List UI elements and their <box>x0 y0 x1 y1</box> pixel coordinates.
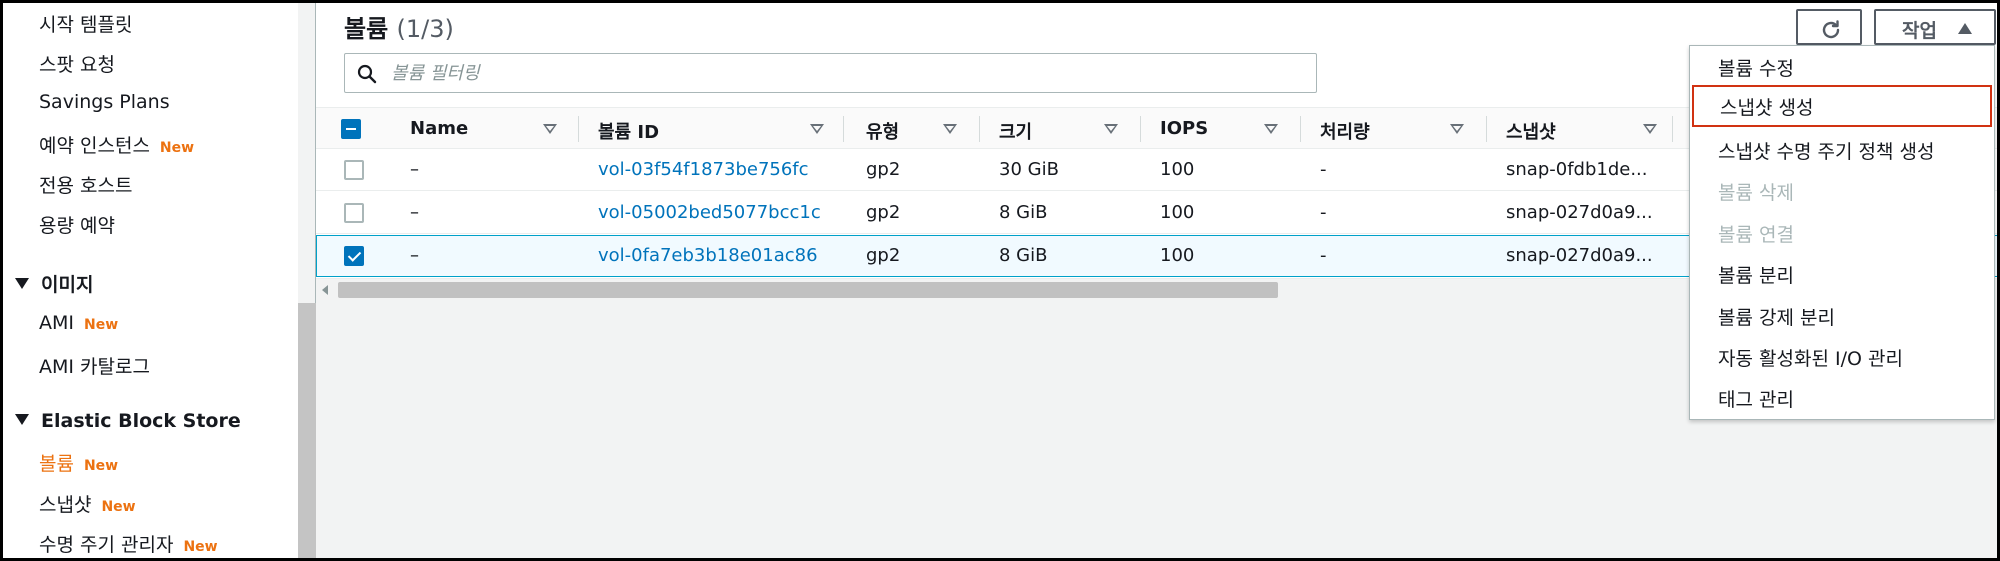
sidebar-item-reserved-instances[interactable]: 예약 인스턴스 New <box>39 131 194 158</box>
refresh-button[interactable] <box>1796 9 1862 45</box>
sort-icon[interactable] <box>943 124 957 134</box>
menu-item-create-snapshot-lifecycle-policy[interactable]: 스냅샷 수명 주기 정책 생성 <box>1690 129 1994 171</box>
row-checkbox[interactable] <box>344 160 364 180</box>
sort-icon[interactable] <box>1264 124 1278 134</box>
row-checkbox[interactable] <box>344 203 364 223</box>
new-badge: New <box>84 317 119 333</box>
sort-icon[interactable] <box>1104 124 1118 134</box>
selection-count: (1/3) <box>396 15 454 43</box>
filter-search[interactable] <box>344 53 1317 93</box>
column-divider[interactable] <box>1300 116 1301 142</box>
column-header-name[interactable]: Name <box>410 118 468 139</box>
sidebar-item-capacity-reservations[interactable]: 용량 예약 <box>39 211 115 238</box>
menu-item-delete-volume: 볼륨 삭제 <box>1718 182 1794 204</box>
sort-icon[interactable] <box>810 124 824 134</box>
actions-dropdown-menu: 볼륨 수정 스냅샷 생성 스냅샷 수명 주기 정책 생성 볼륨 삭제 볼륨 연결… <box>1689 45 1995 420</box>
volume-id-link[interactable]: vol-05002bed5077bcc1c <box>598 202 821 223</box>
page-title: 볼륨 (1/3) <box>344 15 454 43</box>
column-divider[interactable] <box>1486 116 1487 142</box>
sort-icon[interactable] <box>543 124 557 134</box>
menu-item-attach-volume: 볼륨 연결 <box>1718 224 1794 246</box>
menu-item-modify-volume[interactable]: 볼륨 수정 <box>1690 46 1994 88</box>
volume-id-link[interactable]: vol-03f54f1873be756fc <box>598 159 809 180</box>
new-badge: New <box>101 499 136 515</box>
filter-input[interactable] <box>391 58 1291 88</box>
caret-up-icon <box>1958 23 1972 34</box>
column-header-iops[interactable]: IOPS <box>1160 118 1208 139</box>
sidebar-item-lifecycle-manager[interactable]: 수명 주기 관리자 New <box>39 530 218 557</box>
column-divider[interactable] <box>578 116 579 142</box>
column-header-volume-id[interactable]: 볼륨 ID <box>598 118 659 144</box>
volume-id-link[interactable]: vol-0fa7eb3b18e01ac86 <box>598 245 818 266</box>
caret-down-icon <box>15 278 29 289</box>
sidebar-item-spot-requests[interactable]: 스팟 요청 <box>39 50 115 77</box>
menu-item-force-detach-volume[interactable]: 볼륨 강제 분리 <box>1690 295 1994 337</box>
menu-item-manage-auto-enabled-io[interactable]: 자동 활성화된 I/O 관리 <box>1690 336 1994 378</box>
sidebar-item-ami[interactable]: AMI New <box>39 312 118 334</box>
refresh-icon <box>1822 20 1840 39</box>
sidebar-section-ebs[interactable]: Elastic Block Store <box>15 410 241 432</box>
row-checkbox[interactable] <box>344 246 364 266</box>
new-badge: New <box>159 140 195 156</box>
sort-icon[interactable] <box>1643 124 1657 134</box>
menu-item-manage-tags[interactable]: 태그 관리 <box>1690 377 1994 419</box>
sidebar-item-dedicated-hosts[interactable]: 전용 호스트 <box>39 171 132 198</box>
sidebar-item-snapshots[interactable]: 스냅샷 New <box>39 490 136 517</box>
scroll-left-icon[interactable] <box>322 285 328 295</box>
column-header-type[interactable]: 유형 <box>866 118 899 144</box>
menu-item-detach-volume[interactable]: 볼륨 분리 <box>1690 253 1994 295</box>
sidebar-item-volumes[interactable]: 볼륨 New <box>39 449 118 476</box>
sidebar-section-images[interactable]: 이미지 <box>15 270 93 297</box>
sidebar: 시작 템플릿 스팟 요청 Savings Plans 예약 인스턴스 New 전용… <box>3 3 298 558</box>
column-divider[interactable] <box>1140 116 1141 142</box>
select-all-checkbox[interactable] <box>341 119 361 139</box>
column-divider[interactable] <box>843 116 844 142</box>
sidebar-item-launch-templates[interactable]: 시작 템플릿 <box>39 10 132 37</box>
column-header-throughput[interactable]: 처리량 <box>1320 118 1370 144</box>
actions-button[interactable]: 작업 <box>1874 9 1996 45</box>
column-divider[interactable] <box>979 116 980 142</box>
caret-down-icon <box>15 414 29 425</box>
window-frame: 시작 템플릿 스팟 요청 Savings Plans 예약 인스턴스 New 전용… <box>0 0 2000 561</box>
search-icon <box>357 64 377 84</box>
sort-icon[interactable] <box>1450 124 1464 134</box>
scrollbar-thumb[interactable] <box>338 282 1278 298</box>
sidebar-item-savings-plans[interactable]: Savings Plans <box>39 91 170 113</box>
menu-item-create-snapshot[interactable]: 스냅샷 생성 <box>1692 85 1992 127</box>
new-badge: New <box>83 458 119 474</box>
column-divider[interactable] <box>1672 116 1673 142</box>
sidebar-scrollbar-thumb[interactable] <box>298 303 316 558</box>
sidebar-item-ami-catalog[interactable]: AMI 카탈로그 <box>39 352 150 379</box>
column-header-snapshot[interactable]: 스냅샷 <box>1506 118 1556 144</box>
column-header-size[interactable]: 크기 <box>999 118 1032 144</box>
new-badge: New <box>183 539 218 555</box>
